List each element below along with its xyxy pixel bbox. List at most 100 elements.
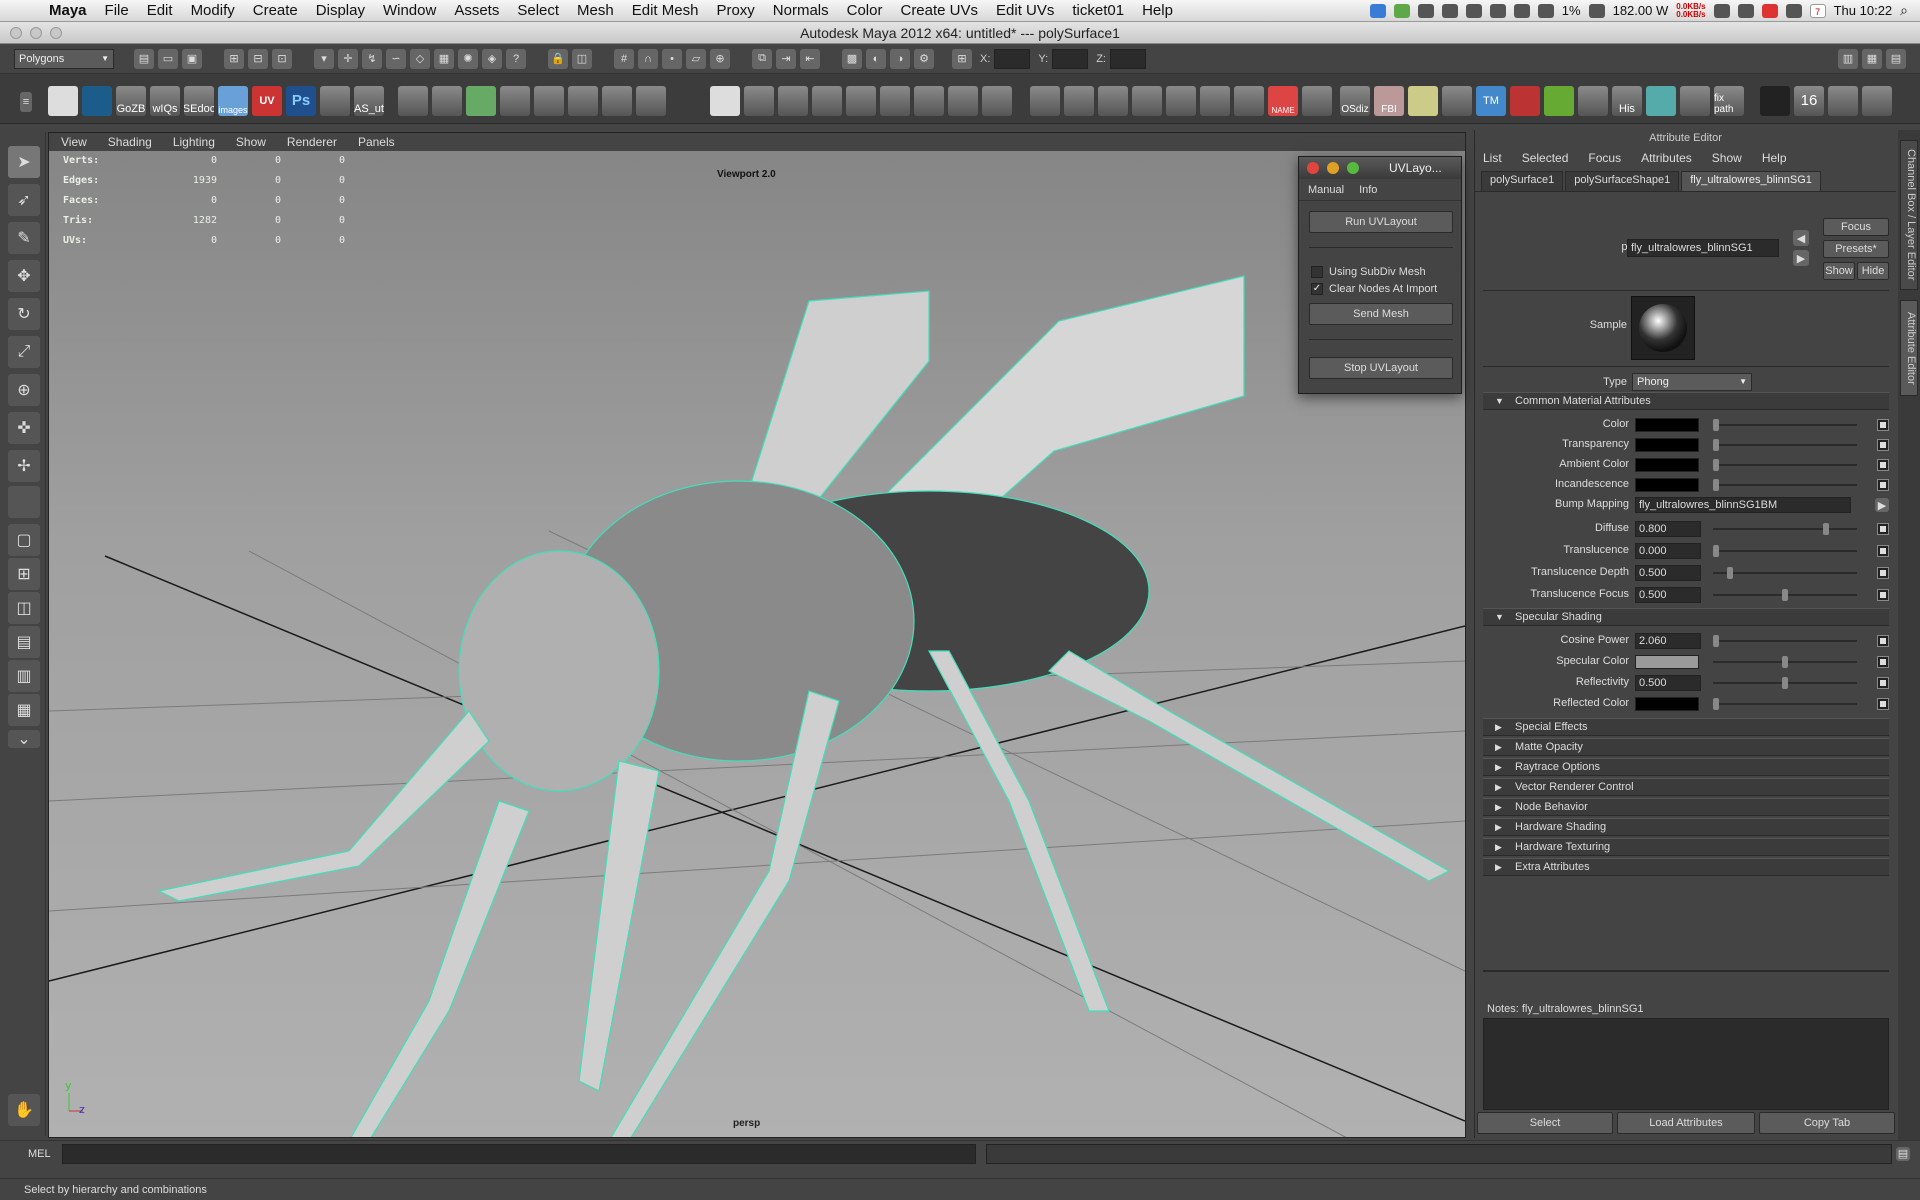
shelf-ground-icon[interactable] xyxy=(320,86,350,116)
subdiv-checkbox[interactable] xyxy=(1311,265,1323,278)
shelf-gozb-icon[interactable]: GoZB xyxy=(116,86,146,116)
tab-attribute-editor[interactable]: Attribute Editor xyxy=(1900,300,1918,396)
shelf-checker-icon[interactable] xyxy=(710,86,740,116)
dropbox-icon[interactable] xyxy=(1369,3,1386,18)
tab-channel-box[interactable]: Channel Box / Layer Editor xyxy=(1900,140,1918,290)
mask-misc-icon[interactable]: ? xyxy=(506,48,526,69)
menu-modify[interactable]: Modify xyxy=(182,2,244,19)
menu-mesh[interactable]: Mesh xyxy=(568,2,623,19)
lock-selection-icon[interactable]: 🔒 xyxy=(548,48,568,69)
type-dropdown[interactable]: Phong ▼ xyxy=(1632,373,1752,391)
section-raytrace-options[interactable]: ▶ Raytrace Options xyxy=(1483,758,1889,776)
vp-menu-lighting[interactable]: Lighting xyxy=(173,135,215,149)
color-swatch[interactable] xyxy=(1635,438,1699,452)
shelf-fix-path-icon[interactable]: fix path xyxy=(1714,86,1744,116)
render-view-icon[interactable]: ▩ xyxy=(842,48,862,69)
shelf-wiqs-icon[interactable]: wIQs xyxy=(150,86,180,116)
shelf-gear-icon[interactable] xyxy=(1064,86,1094,116)
node-name-field[interactable]: fly_ultralowres_blinnSG1 xyxy=(1627,239,1779,257)
layout-single-icon[interactable]: ▢ xyxy=(8,524,40,556)
close-window-button[interactable] xyxy=(10,27,22,39)
slider-knob[interactable] xyxy=(1726,567,1733,579)
minimize-window-button[interactable] xyxy=(30,27,42,39)
output-ops-icon[interactable]: ⇤ xyxy=(800,48,820,69)
shelf-red-cube-icon[interactable] xyxy=(1510,86,1540,116)
show-manipulator-icon[interactable]: ✢ xyxy=(8,450,40,482)
make-live-icon[interactable]: ⊕ xyxy=(710,48,730,69)
slider-knob[interactable] xyxy=(1713,459,1719,471)
mask-render-icon[interactable]: ◈ xyxy=(482,48,502,69)
snap-plane-icon[interactable]: ▱ xyxy=(686,48,706,69)
shelf-as-ut-icon[interactable]: AS_ut xyxy=(354,86,384,116)
attr-value-field[interactable]: 0.800 xyxy=(1635,521,1701,537)
section-matte-opacity[interactable]: ▶ Matte Opacity xyxy=(1483,738,1889,756)
presets-button[interactable]: Presets* xyxy=(1823,240,1889,258)
snap-point-icon[interactable]: • xyxy=(662,48,682,69)
attr-value-field[interactable]: 0.500 xyxy=(1635,675,1701,691)
shelf-axes-icon[interactable] xyxy=(1828,86,1858,116)
menu-help[interactable]: Help xyxy=(1133,2,1182,19)
shelf-maya-icon[interactable] xyxy=(48,86,78,116)
slider-knob[interactable] xyxy=(1782,589,1788,601)
viewport-canvas[interactable]: y z Verts: 0 0 0 Edges: 1939 0 0 Faces: … xyxy=(49,151,1465,1137)
menu-create-uvs[interactable]: Create UVs xyxy=(891,2,987,19)
section-extra-attributes[interactable]: ▶ Extra Attributes xyxy=(1483,858,1889,876)
select-component-icon[interactable]: ⊡ xyxy=(272,48,292,69)
mel-label[interactable]: MEL xyxy=(0,1148,62,1160)
shelf-goz-icon[interactable] xyxy=(1680,86,1710,116)
run-uvlayout-button[interactable]: Run UVLayout xyxy=(1309,211,1453,233)
slider-knob[interactable] xyxy=(1713,635,1719,647)
attr-value-field[interactable]: 2.060 xyxy=(1635,633,1701,649)
evernote-icon[interactable] xyxy=(1393,3,1410,18)
last-tool-icon[interactable] xyxy=(8,486,40,518)
shelf-select-icon[interactable] xyxy=(534,86,564,116)
select-button[interactable]: Select xyxy=(1477,1112,1613,1134)
layout-uv-icon[interactable]: ▦ xyxy=(8,694,40,726)
net-stats[interactable]: 0.0KB/s 0.0KB/s xyxy=(1676,2,1705,19)
shelf-star-icon[interactable] xyxy=(1408,86,1438,116)
move-tool-icon[interactable]: ✥ xyxy=(8,260,40,292)
map-button-icon[interactable] xyxy=(1877,439,1889,451)
slider-knob[interactable] xyxy=(1823,523,1830,535)
input-ops-icon[interactable]: ⇥ xyxy=(776,48,796,69)
hide-button[interactable]: Hide xyxy=(1857,262,1889,280)
shelf-paint-icon[interactable] xyxy=(500,86,530,116)
slider-knob[interactable] xyxy=(1782,677,1788,689)
shelf-layer5-icon[interactable] xyxy=(880,86,910,116)
box-icon[interactable] xyxy=(1537,3,1554,18)
ipr-render-icon[interactable]: ◑ xyxy=(890,48,910,69)
slider-knob[interactable] xyxy=(1713,439,1719,451)
vp-menu-show[interactable]: Show xyxy=(236,135,266,149)
attr-slider[interactable] xyxy=(1713,419,1857,431)
attr-slider[interactable] xyxy=(1713,677,1857,689)
vp-menu-shading[interactable]: Shading xyxy=(108,135,152,149)
color-swatch[interactable] xyxy=(1635,458,1699,472)
menu-edit-uvs[interactable]: Edit UVs xyxy=(987,2,1063,19)
shelf-layer3-icon[interactable] xyxy=(812,86,842,116)
attribute-editor-toggle-icon[interactable]: ▥ xyxy=(1838,48,1858,69)
mask-deform-icon[interactable]: ▦ xyxy=(434,48,454,69)
section-special-effects[interactable]: ▶ Special Effects xyxy=(1483,718,1889,736)
shelf-layer6-icon[interactable] xyxy=(914,86,944,116)
z-field[interactable] xyxy=(1109,48,1146,69)
shelf-green-icon[interactable] xyxy=(1544,86,1574,116)
shelf-tabs-icon[interactable]: ≡ xyxy=(20,92,32,112)
attr-slider[interactable] xyxy=(1713,439,1857,451)
ae-menu-focus[interactable]: Focus xyxy=(1588,151,1621,165)
shelf-cube-icon[interactable] xyxy=(398,86,428,116)
send-mesh-button[interactable]: Send Mesh xyxy=(1309,303,1453,325)
menu-edit[interactable]: Edit xyxy=(138,2,182,19)
ae-menu-selected[interactable]: Selected xyxy=(1522,151,1569,165)
canada-flag-icon[interactable] xyxy=(1761,3,1778,18)
map-button-icon[interactable] xyxy=(1877,589,1889,601)
color-swatch[interactable] xyxy=(1635,697,1699,711)
stop-uvlayout-button[interactable]: Stop UVLayout xyxy=(1309,357,1453,379)
shelf-axis-icon[interactable] xyxy=(636,86,666,116)
rotate-tool-icon[interactable]: ↻ xyxy=(8,298,40,330)
map-button-icon[interactable] xyxy=(1877,656,1889,668)
vp-menu-renderer[interactable]: Renderer xyxy=(287,135,337,149)
scale-tool-icon[interactable]: ⤢ xyxy=(8,336,40,368)
shelf-layer8-icon[interactable] xyxy=(982,86,1012,116)
ae-menu-show[interactable]: Show xyxy=(1712,151,1742,165)
open-scene-icon[interactable]: ▭ xyxy=(158,48,178,69)
